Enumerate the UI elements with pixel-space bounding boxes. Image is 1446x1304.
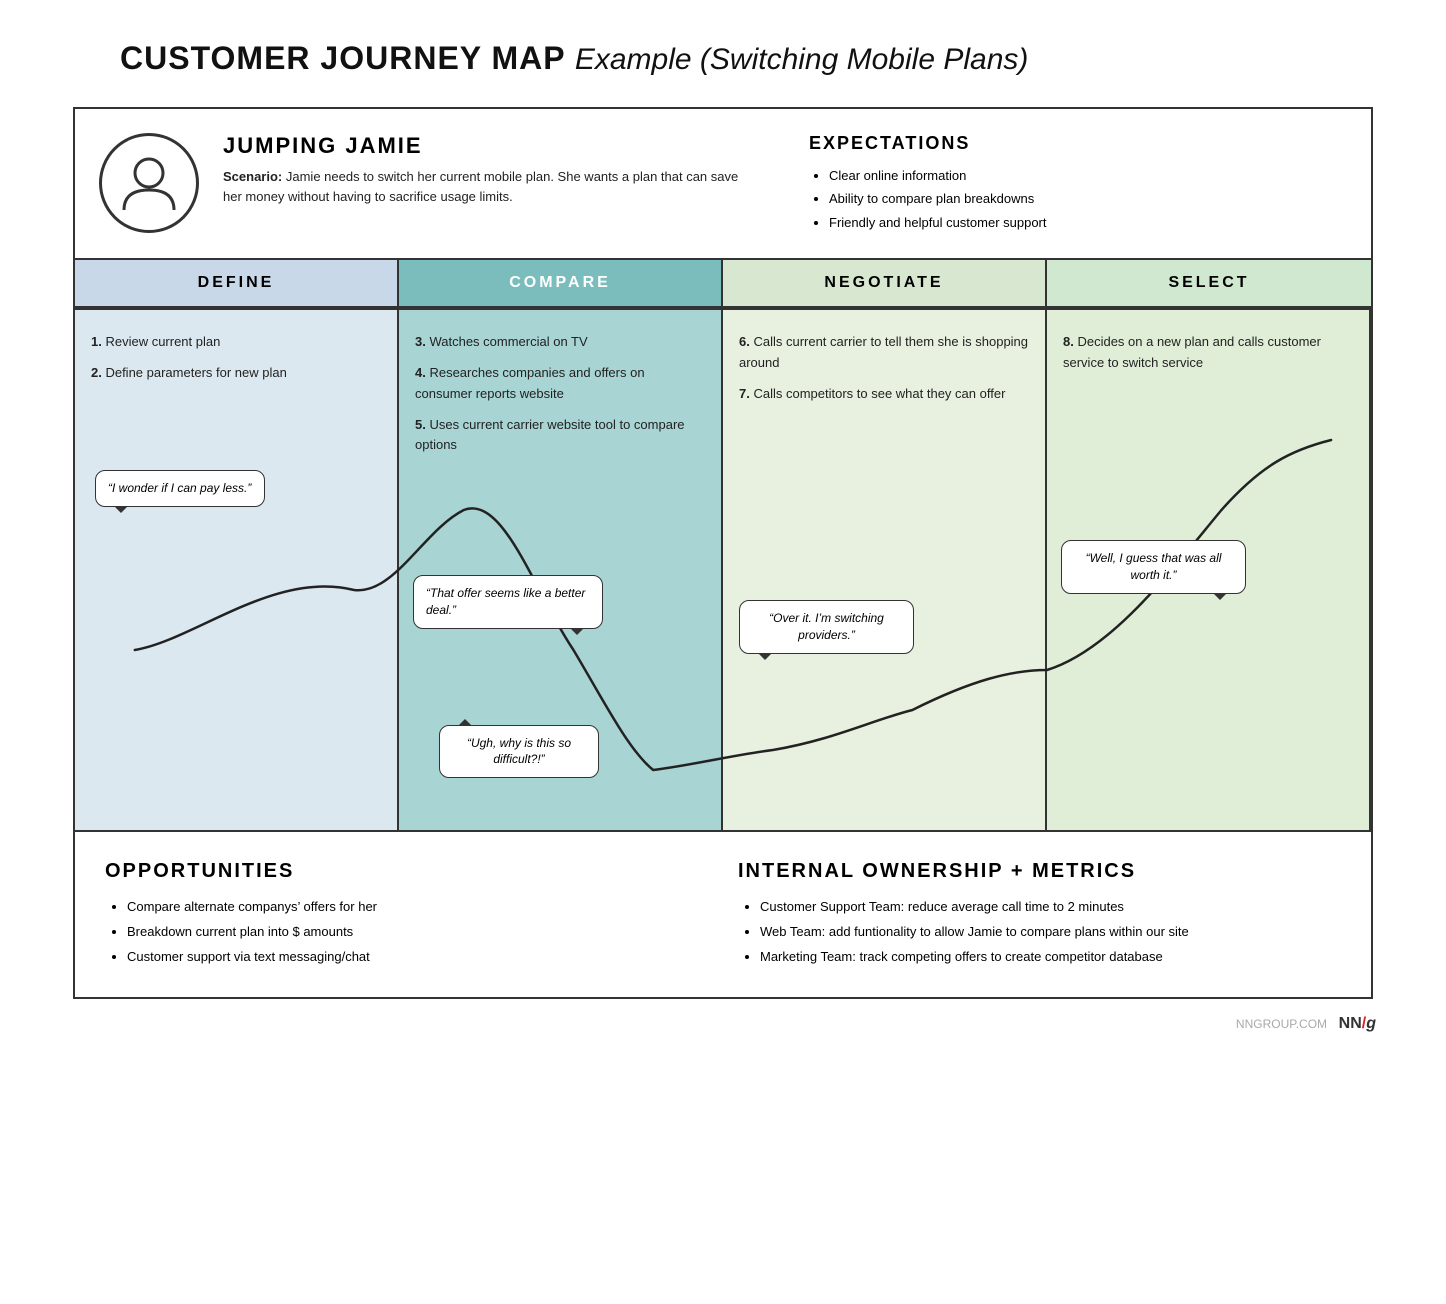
select-steps: 8. Decides on a new plan and calls custo…: [1063, 326, 1353, 374]
expectations-list: Clear online information Ability to comp…: [809, 164, 1341, 234]
bubble-compare-low: “Ugh, why is this so difficult?!”: [439, 725, 599, 779]
avatar: [99, 133, 199, 233]
list-item: Compare alternate companys’ offers for h…: [127, 895, 708, 920]
phase-negotiate-label: NEGOTIATE: [723, 260, 1045, 308]
phase-compare-label: COMPARE: [399, 260, 721, 308]
brand-g: g: [1366, 1015, 1376, 1032]
persona-header: JUMPING JAMIE Scenario: Jamie needs to s…: [75, 109, 1371, 260]
phase-compare-content: 3. Watches commercial on TV 4. Researche…: [399, 310, 723, 830]
internal-ownership-section: INTERNAL OWNERSHIP + METRICS Customer Su…: [738, 860, 1341, 969]
brand-nn: NN: [1339, 1015, 1362, 1032]
step-4: 4. Researches companies and offers on co…: [415, 363, 705, 405]
opportunities-title: OPPORTUNITIES: [105, 860, 708, 883]
map-container: JUMPING JAMIE Scenario: Jamie needs to s…: [73, 107, 1373, 999]
bubble-compare-high: “That offer seems like a better deal.”: [413, 575, 603, 629]
phases-content-area: 1. Review current plan 2. Define paramet…: [75, 310, 1371, 830]
page-title: CUSTOMER JOURNEY MAP Example (Switching …: [120, 40, 1028, 77]
phase-compare-header-col: COMPARE: [399, 260, 723, 308]
bubble-select: “Well, I guess that was all worth it.”: [1061, 540, 1246, 594]
list-item: Marketing Team: track competing offers t…: [760, 945, 1341, 970]
internal-ownership-list: Customer Support Team: reduce average ca…: [738, 895, 1341, 969]
expectations-section: EXPECTATIONS Clear online information Ab…: [779, 133, 1341, 234]
list-item: Customer Support Team: reduce average ca…: [760, 895, 1341, 920]
branding-site: NNGROUP.COM: [1236, 1017, 1327, 1031]
define-steps: 1. Review current plan 2. Define paramet…: [91, 326, 381, 384]
phase-define-header-col: DEFINE: [75, 260, 399, 308]
list-item: Ability to compare plan breakdowns: [829, 187, 1341, 210]
phase-headers-row: DEFINE COMPARE NEGOTIATE SELECT: [75, 260, 1371, 310]
step-6: 6. Calls current carrier to tell them sh…: [739, 332, 1029, 374]
bottom-section: OPPORTUNITIES Compare alternate companys…: [75, 830, 1371, 997]
step-3: 3. Watches commercial on TV: [415, 332, 705, 353]
persona-name: JUMPING JAMIE: [223, 133, 755, 159]
phase-negotiate-header-col: NEGOTIATE: [723, 260, 1047, 308]
internal-ownership-title: INTERNAL OWNERSHIP + METRICS: [738, 860, 1341, 883]
step-8: 8. Decides on a new plan and calls custo…: [1063, 332, 1353, 374]
compare-steps: 3. Watches commercial on TV 4. Researche…: [415, 326, 705, 456]
list-item: Web Team: add funtionality to allow Jami…: [760, 920, 1341, 945]
negotiate-steps: 6. Calls current carrier to tell them sh…: [739, 326, 1029, 404]
step-2: 2. Define parameters for new plan: [91, 363, 381, 384]
branding: NNGROUP.COM NN/g: [86, 1015, 1386, 1033]
opportunities-section: OPPORTUNITIES Compare alternate companys…: [105, 860, 708, 969]
list-item: Breakdown current plan into $ amounts: [127, 920, 708, 945]
step-1: 1. Review current plan: [91, 332, 381, 353]
expectations-title: EXPECTATIONS: [809, 133, 1341, 154]
phase-select-label: SELECT: [1047, 260, 1371, 308]
list-item: Friendly and helpful customer support: [829, 211, 1341, 234]
persona-scenario: Scenario: Jamie needs to switch her curr…: [223, 167, 755, 206]
phase-define-content: 1. Review current plan 2. Define paramet…: [75, 310, 399, 830]
list-item: Customer support via text messaging/chat: [127, 945, 708, 970]
bubble-negotiate: “Over it. I’m switching providers.”: [739, 600, 914, 654]
phase-define-label: DEFINE: [75, 260, 397, 308]
phase-select-header-col: SELECT: [1047, 260, 1371, 308]
phase-select-content: 8. Decides on a new plan and calls custo…: [1047, 310, 1371, 830]
persona-info: JUMPING JAMIE Scenario: Jamie needs to s…: [223, 133, 755, 206]
list-item: Clear online information: [829, 164, 1341, 187]
step-5: 5. Uses current carrier website tool to …: [415, 415, 705, 457]
phase-negotiate-content: 6. Calls current carrier to tell them sh…: [723, 310, 1047, 830]
scenario-text: Jamie needs to switch her current mobile…: [223, 169, 738, 204]
step-7: 7. Calls competitors to see what they ca…: [739, 384, 1029, 405]
title-italic: Example (Switching Mobile Plans): [575, 43, 1029, 76]
opportunities-list: Compare alternate companys’ offers for h…: [105, 895, 708, 969]
title-bold: CUSTOMER JOURNEY MAP: [120, 40, 565, 76]
bubble-define: “I wonder if I can pay less.”: [95, 470, 265, 507]
